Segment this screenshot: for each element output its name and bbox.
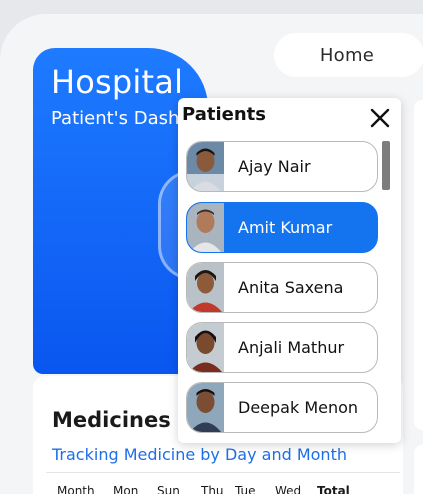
close-icon xyxy=(370,108,390,128)
patients-title: Patients xyxy=(182,104,266,125)
patient-item-deepak-menon[interactable]: Deepak Menon xyxy=(186,382,378,433)
patient-name: Anjali Mathur xyxy=(238,338,345,357)
medicines-title: Medicines xyxy=(52,408,171,432)
divider xyxy=(46,472,400,473)
avatar xyxy=(187,142,224,191)
column-header: Wed xyxy=(275,484,302,494)
patient-name: Ajay Nair xyxy=(238,157,311,176)
patient-item-anjali-mathur[interactable]: Anjali Mathur xyxy=(186,322,378,373)
column-header: Month xyxy=(57,484,95,494)
avatar xyxy=(187,383,224,432)
column-header: Total xyxy=(317,484,350,494)
column-header: Sun xyxy=(157,484,180,494)
side-card-lower xyxy=(414,445,423,494)
patient-name: Amit Kumar xyxy=(238,218,333,237)
close-button[interactable] xyxy=(368,106,392,130)
column-header: Tue xyxy=(235,484,256,494)
patient-name: Anita Saxena xyxy=(238,278,344,297)
home-button-label: Home xyxy=(319,44,375,66)
medicines-subtitle: Tracking Medicine by Day and Month xyxy=(52,445,347,464)
avatar xyxy=(187,323,224,372)
patient-name: Deepak Menon xyxy=(238,398,359,417)
patient-item-anita-saxena[interactable]: Anita Saxena xyxy=(186,262,378,313)
side-card xyxy=(414,100,423,430)
column-header: Mon xyxy=(113,484,139,494)
column-header: Thu xyxy=(201,484,224,494)
medicines-table-header: Month Mon Sun Thu Tue Wed Total xyxy=(46,484,350,494)
avatar xyxy=(187,203,224,252)
home-button[interactable]: Home xyxy=(274,33,423,77)
scrollbar-thumb[interactable] xyxy=(382,141,390,190)
avatar xyxy=(187,263,224,312)
patient-item-amit-kumar[interactable]: Amit Kumar xyxy=(186,202,378,253)
hero-title: Hospital xyxy=(51,63,184,101)
patient-item-ajay-nair[interactable]: Ajay Nair xyxy=(186,141,378,192)
